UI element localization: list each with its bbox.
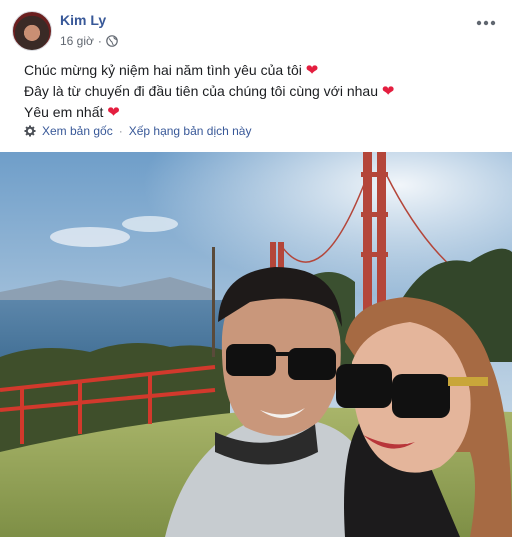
rate-translation-link[interactable]: Xếp hạng bản dịch này	[129, 124, 252, 138]
post-body: Chúc mừng kỷ niệm hai năm tình yêu của t…	[24, 60, 494, 123]
see-original-link[interactable]: Xem bản gốc	[42, 124, 113, 138]
heart-icon: ❤	[381, 83, 395, 100]
post-line: Chúc mừng kỷ niệm hai năm tình yêu của t…	[24, 60, 494, 81]
ellipsis-icon	[476, 10, 496, 30]
heart-icon: ❤	[107, 104, 120, 121]
post-line-text: Chúc mừng kỷ niệm hai năm tình yêu của t…	[24, 62, 302, 78]
more-options-button[interactable]	[474, 12, 498, 28]
post-header: Kim Ly 16 giờ ·	[0, 0, 512, 58]
post-line: Đây là từ chuyến đi đầu tiên của chúng t…	[24, 81, 494, 102]
heart-icon: ❤	[305, 62, 319, 79]
translation-separator: ·	[118, 124, 123, 138]
globe-icon[interactable]	[106, 35, 118, 47]
author-name[interactable]: Kim Ly	[60, 12, 106, 28]
post-line-text: Đây là từ chuyến đi đầu tiên của chúng t…	[24, 83, 378, 99]
translation-bar: Xem bản gốc · Xếp hạng bản dịch này	[24, 124, 251, 138]
author-avatar[interactable]	[12, 11, 52, 51]
post-line: Yêu em nhất ❤	[24, 102, 494, 123]
selfie-photo	[0, 152, 512, 537]
meta-separator: ·	[97, 34, 102, 48]
post-timestamp[interactable]: 16 giờ	[60, 34, 94, 48]
post-meta: 16 giờ ·	[60, 34, 118, 48]
gear-icon	[24, 125, 36, 137]
post-line-text: Yêu em nhất	[24, 104, 104, 120]
post-photo[interactable]	[0, 152, 512, 537]
